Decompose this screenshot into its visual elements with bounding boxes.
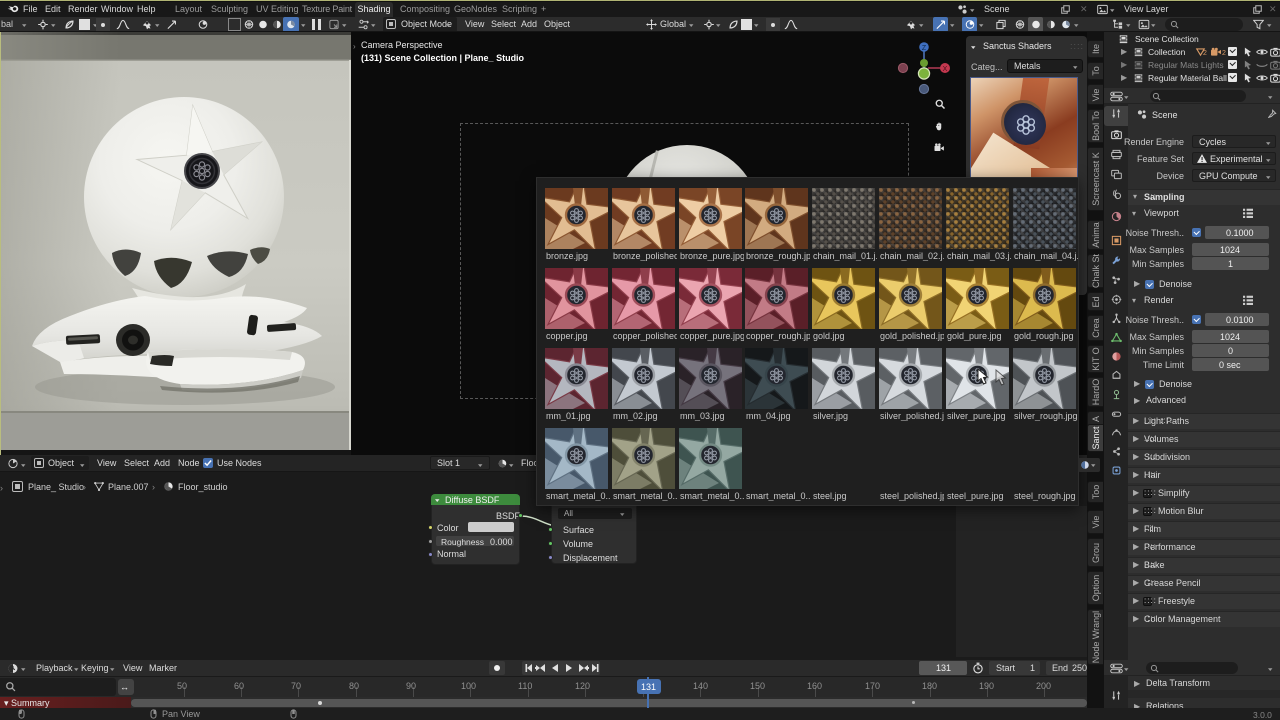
svg-text:Z: Z [922, 45, 927, 52]
svg-text:X: X [943, 66, 948, 73]
